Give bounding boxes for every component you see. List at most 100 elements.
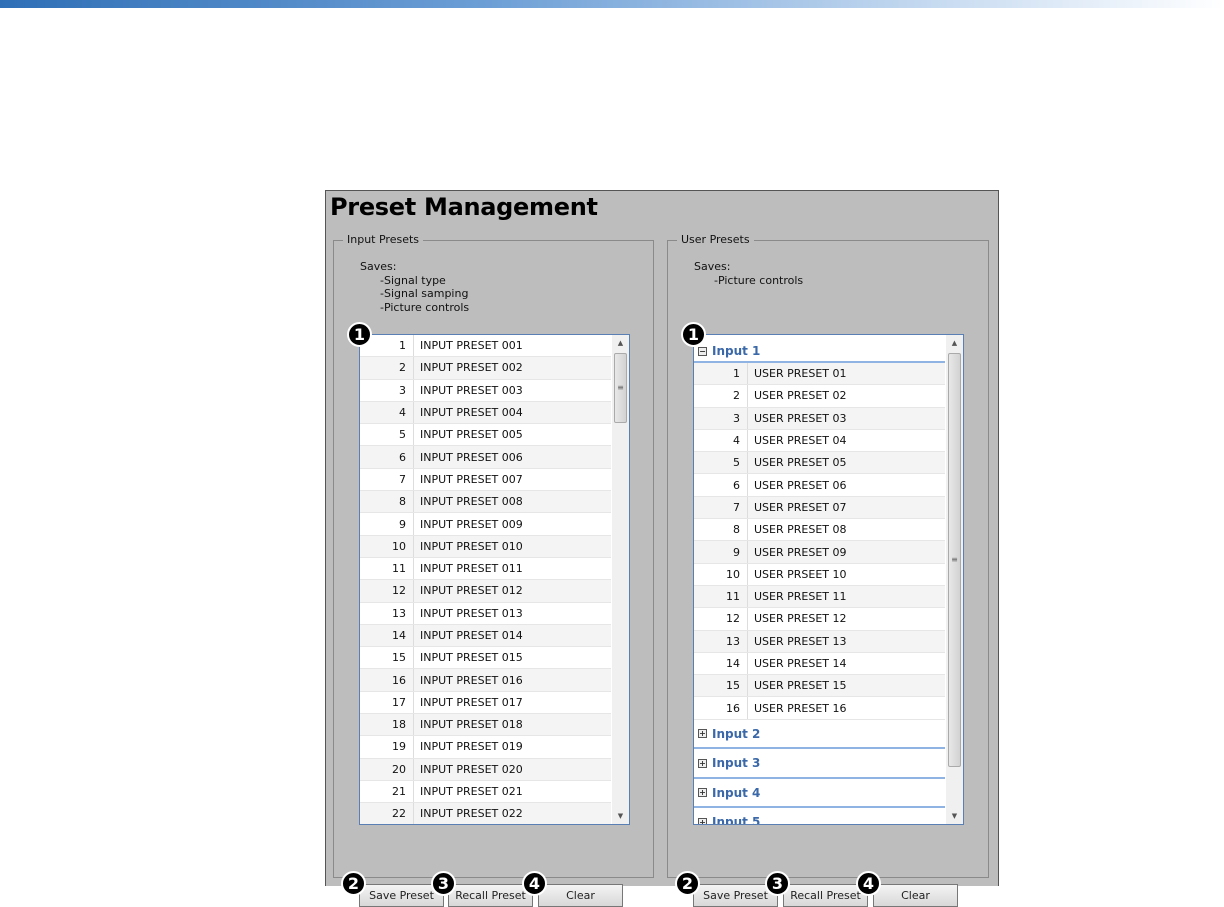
callout-badge-4: 4 (856, 871, 881, 896)
preset-name: INPUT PRESET 005 (420, 428, 523, 442)
preset-row[interactable]: 2 USER PRESET 02 (694, 385, 945, 408)
preset-row[interactable]: 9 INPUT PRESET 009 (360, 513, 611, 536)
preset-row[interactable]: 13 INPUT PRESET 013 (360, 602, 611, 625)
collapse-icon[interactable]: − (698, 346, 707, 356)
preset-number: 10 (694, 563, 748, 585)
callout-badge-1: 1 (681, 322, 706, 347)
preset-row[interactable]: 7 USER PRESET 07 (694, 496, 945, 520)
preset-name: INPUT PRESET 001 (420, 339, 523, 353)
preset-row[interactable]: 10 INPUT PRESET 010 (360, 535, 611, 558)
saves-description: Saves: -Signal type -Signal samping -Pic… (360, 260, 469, 314)
preset-name: INPUT PRESET 015 (420, 651, 523, 665)
preset-name: INPUT PRESET 016 (420, 673, 523, 687)
preset-number: 7 (360, 468, 414, 491)
preset-name: USER PRESET 11 (754, 590, 847, 604)
preset-number: 10 (360, 535, 414, 557)
preset-row[interactable]: 11 USER PRESET 11 (694, 585, 945, 609)
clear-button[interactable]: Clear (538, 884, 623, 907)
scroll-up-icon[interactable]: ▲ (612, 335, 629, 351)
preset-row[interactable]: 4 USER PRESET 04 (694, 429, 945, 453)
preset-number: 4 (360, 401, 414, 424)
group-header-input-2[interactable]: + Input 2 (694, 720, 945, 750)
preset-row[interactable]: 3 USER PRESET 03 (694, 407, 945, 430)
preset-row[interactable]: 18 INPUT PRESET 018 (360, 714, 611, 737)
preset-row[interactable]: 5 USER PRESET 05 (694, 452, 945, 475)
preset-row[interactable]: 15 INPUT PRESET 015 (360, 647, 611, 670)
scrollbar[interactable]: ▲ ≡ ▼ (612, 335, 629, 824)
preset-number: 14 (360, 624, 414, 647)
preset-row[interactable]: 14 INPUT PRESET 014 (360, 624, 611, 648)
preset-row[interactable]: 15 USER PRESET 15 (694, 675, 945, 698)
preset-name: INPUT PRESET 003 (420, 383, 523, 397)
preset-number: 8 (360, 491, 414, 513)
preset-number: 21 (360, 780, 414, 803)
preset-row[interactable]: 8 INPUT PRESET 008 (360, 491, 611, 514)
preset-name: INPUT PRESET 011 (420, 562, 523, 576)
scroll-thumb[interactable]: ≡ (948, 353, 961, 767)
preset-row[interactable]: 6 INPUT PRESET 006 (360, 446, 611, 469)
preset-row[interactable]: 11 INPUT PRESET 011 (360, 557, 611, 581)
input-presets-list[interactable]: 1 INPUT PRESET 001 2 INPUT PRESET 002 3 INPUT… (359, 334, 630, 825)
preset-row[interactable]: 12 INPUT PRESET 012 (360, 580, 611, 603)
scroll-down-icon[interactable]: ▼ (612, 808, 629, 824)
preset-number: 5 (360, 424, 414, 446)
preset-number: 1 (694, 363, 748, 385)
group-header-input-4[interactable]: + Input 4 (694, 779, 945, 809)
preset-row[interactable]: 21 INPUT PRESET 021 (360, 780, 611, 804)
preset-row[interactable]: 17 INPUT PRESET 017 (360, 691, 611, 715)
saves-item: -Signal type (380, 273, 446, 287)
preset-row[interactable]: 13 USER PRESET 13 (694, 630, 945, 653)
expand-icon[interactable]: + (698, 729, 707, 738)
preset-management-panel: Preset Management Input Presets Saves: -… (325, 190, 999, 907)
preset-row[interactable]: 9 USER PRESET 09 (694, 541, 945, 564)
preset-number: 16 (360, 669, 414, 691)
preset-number: 14 (694, 652, 748, 675)
callout-badge-3: 3 (431, 871, 456, 896)
preset-name: USER PRESET 09 (754, 545, 847, 559)
preset-row[interactable]: 8 USER PRESET 08 (694, 519, 945, 542)
preset-number: 2 (360, 357, 414, 379)
preset-row[interactable]: 1 USER PRESET 01 (694, 363, 945, 386)
callout-badge-3: 3 (765, 871, 790, 896)
expand-icon[interactable]: + (698, 817, 707, 824)
recall-preset-button[interactable]: Recall Preset (783, 884, 868, 907)
preset-row[interactable]: 16 USER PRESET 16 (694, 697, 945, 720)
preset-row[interactable]: 16 INPUT PRESET 016 (360, 669, 611, 692)
preset-row[interactable]: 20 INPUT PRESET 020 (360, 758, 611, 781)
expand-icon[interactable]: + (698, 758, 707, 768)
group-header-input-3[interactable]: + Input 3 (694, 749, 945, 779)
preset-number: 9 (694, 541, 748, 563)
preset-name: INPUT PRESET 022 (420, 807, 523, 821)
preset-row[interactable]: 22 INPUT PRESET 022 (360, 803, 611, 824)
group-header-input-1[interactable]: − Input 1 (694, 341, 945, 363)
group-label: Input 2 (712, 726, 761, 741)
preset-row[interactable]: 6 USER PRESET 06 (694, 474, 945, 497)
callout-badge-1: 1 (347, 322, 372, 347)
preset-row[interactable]: 4 INPUT PRESET 004 (360, 401, 611, 425)
preset-row[interactable]: 2 INPUT PRESET 002 (360, 357, 611, 380)
preset-row[interactable]: 12 USER PRESET 12 (694, 608, 945, 631)
scroll-thumb[interactable]: ≡ (614, 353, 627, 423)
expand-icon[interactable]: + (698, 788, 707, 797)
scroll-down-icon[interactable]: ▼ (946, 808, 963, 824)
scroll-up-icon[interactable]: ▲ (946, 335, 963, 351)
preset-row[interactable]: 3 INPUT PRESET 003 (360, 379, 611, 402)
preset-row[interactable]: 5 INPUT PRESET 005 (360, 424, 611, 447)
group-legend: User Presets (677, 233, 754, 246)
callout-badge-2: 2 (675, 871, 700, 896)
recall-preset-button[interactable]: Recall Preset (448, 884, 533, 907)
preset-name: INPUT PRESET 017 (420, 695, 523, 709)
user-presets-list[interactable]: − Input 1 1 USER PRESET 01 2 USER PRESET 02 3 U… (693, 334, 964, 825)
preset-row[interactable]: 7 INPUT PRESET 007 (360, 468, 611, 492)
callout-badge-2: 2 (341, 871, 366, 896)
preset-number: 6 (360, 446, 414, 468)
preset-number: 12 (360, 580, 414, 602)
scrollbar[interactable]: ▲ ≡ ▼ (946, 335, 963, 824)
preset-row[interactable]: 1 INPUT PRESET 001 (360, 335, 611, 358)
preset-row[interactable]: 10 USER PRSEET 10 (694, 563, 945, 586)
preset-number: 12 (694, 608, 748, 630)
clear-button[interactable]: Clear (873, 884, 958, 907)
preset-row[interactable]: 19 INPUT PRESET 019 (360, 736, 611, 759)
group-header-input-5[interactable]: + Input 5 (694, 808, 945, 824)
preset-row[interactable]: 14 USER PRESET 14 (694, 652, 945, 676)
